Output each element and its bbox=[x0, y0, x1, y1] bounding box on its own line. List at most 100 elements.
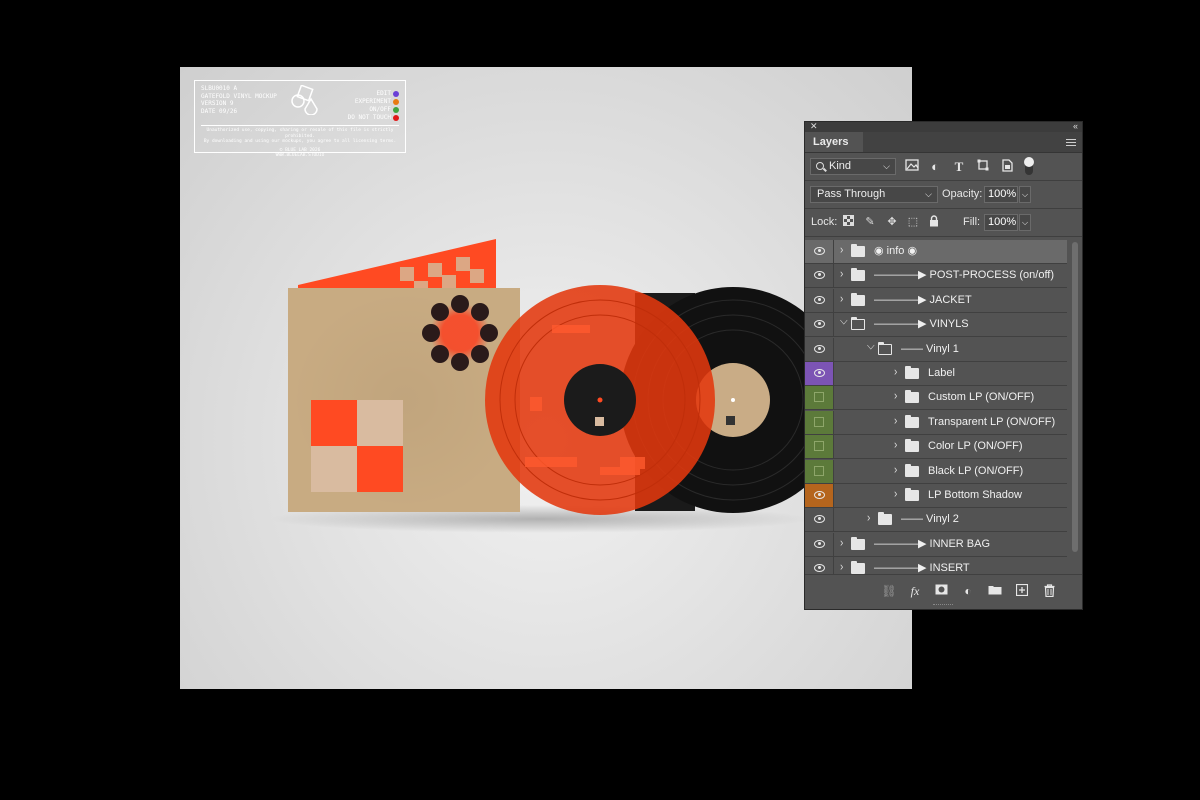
layer-list[interactable]: › ◉ info ◉ › ————▶ POST-PROCESS (on/off) › ——… bbox=[805, 240, 1067, 575]
layer-row[interactable]: › Label bbox=[805, 362, 1067, 386]
chevron-down-icon[interactable]: ⌵ bbox=[840, 315, 848, 328]
folder-icon bbox=[905, 366, 919, 379]
layer-visibility-toggle[interactable] bbox=[805, 410, 834, 434]
layer-list-scrollbar[interactable] bbox=[1068, 240, 1082, 575]
blend-mode-dropdown[interactable]: Pass Through ⌵ bbox=[810, 186, 938, 203]
resize-grip[interactable] bbox=[933, 604, 953, 607]
opacity-dropdown-button[interactable]: ⌵ bbox=[1019, 186, 1031, 203]
eye-icon bbox=[814, 491, 825, 499]
chevron-down-icon: ⌵ bbox=[883, 161, 890, 171]
layer-visibility-toggle[interactable] bbox=[805, 532, 834, 556]
link-layers-icon[interactable]: ⛓ bbox=[881, 584, 897, 598]
layer-row[interactable]: ⌵ —— Vinyl 1 bbox=[805, 337, 1067, 362]
chevron-right-icon[interactable]: › bbox=[894, 463, 897, 476]
layer-name: ————▶ VINYLS bbox=[874, 318, 969, 331]
adjustment-layer-icon[interactable]: ◐ bbox=[960, 584, 976, 598]
smart-object-filter-icon[interactable] bbox=[999, 159, 1015, 175]
notice-text: By downloading and using our mockups, yo… bbox=[203, 139, 397, 144]
layer-visibility-toggle[interactable] bbox=[805, 313, 834, 337]
add-mask-icon[interactable] bbox=[933, 584, 949, 598]
eye-icon bbox=[814, 539, 825, 548]
legend-row: EXPERIMENT bbox=[348, 98, 399, 106]
layer-visibility-toggle[interactable] bbox=[805, 240, 834, 263]
hidden-box-icon bbox=[814, 392, 824, 403]
blue-lab-logo-icon bbox=[291, 85, 318, 115]
layer-row[interactable]: › Transparent LP (ON/OFF) bbox=[805, 410, 1067, 435]
lock-position-icon[interactable]: ✥ bbox=[885, 215, 899, 229]
fill-input[interactable]: 100% bbox=[984, 214, 1018, 231]
chevron-right-icon[interactable]: › bbox=[867, 512, 870, 525]
hidden-box-icon bbox=[814, 416, 824, 427]
new-layer-icon[interactable] bbox=[1014, 583, 1030, 598]
folder-icon bbox=[905, 463, 919, 477]
layer-row[interactable]: › ————▶ INNER BAG bbox=[805, 532, 1067, 557]
chevron-down-icon: ⌵ bbox=[925, 189, 932, 199]
layer-row[interactable]: › Color LP (ON/OFF) bbox=[805, 435, 1067, 460]
layer-style-fx-button[interactable]: fx bbox=[907, 584, 923, 598]
legend-dot bbox=[393, 115, 399, 121]
lock-all-icon[interactable] bbox=[927, 215, 941, 229]
layer-row[interactable]: › —— Vinyl 2 bbox=[805, 508, 1067, 533]
folder-icon bbox=[905, 439, 919, 453]
close-panel-button[interactable]: ✕ bbox=[810, 121, 818, 132]
chevron-right-icon[interactable]: › bbox=[894, 366, 897, 379]
layer-row[interactable]: › ◉ info ◉ bbox=[805, 240, 1067, 264]
folder-icon bbox=[905, 390, 919, 404]
collapse-panel-button[interactable]: ‹‹ bbox=[1073, 121, 1078, 131]
layer-visibility-toggle[interactable] bbox=[805, 362, 834, 385]
layer-visibility-toggle[interactable] bbox=[805, 288, 834, 312]
layer-row[interactable]: › ————▶ POST-PROCESS (on/off) bbox=[805, 264, 1067, 289]
layer-visibility-toggle[interactable] bbox=[805, 264, 834, 288]
chevron-right-icon[interactable]: › bbox=[840, 537, 843, 550]
shape-filter-icon[interactable] bbox=[975, 159, 991, 175]
layer-visibility-toggle[interactable] bbox=[805, 484, 834, 507]
chevron-right-icon[interactable]: › bbox=[840, 268, 843, 281]
lock-image-pixels-icon[interactable]: ✎ bbox=[863, 215, 877, 229]
type-filter-icon[interactable]: T bbox=[951, 159, 967, 175]
lock-artboard-icon[interactable]: ⬚ bbox=[906, 215, 920, 229]
info-lines: SLBU0010 A GATEFOLD VINYL MOCKUP VERSION… bbox=[201, 85, 277, 115]
lock-transparent-pixels-icon[interactable] bbox=[841, 215, 855, 229]
delete-layer-icon[interactable] bbox=[1041, 584, 1057, 598]
chevron-right-icon[interactable]: › bbox=[840, 244, 843, 257]
adjustment-filter-icon[interactable]: ◐ bbox=[927, 159, 943, 175]
tab-layers[interactable]: Layers bbox=[805, 132, 863, 152]
layer-visibility-toggle[interactable] bbox=[805, 435, 834, 459]
chevron-right-icon[interactable]: › bbox=[894, 439, 897, 452]
layer-name: ◉ info ◉ bbox=[874, 245, 918, 257]
chevron-right-icon[interactable]: › bbox=[894, 415, 897, 428]
layer-name: Black LP (ON/OFF) bbox=[928, 464, 1024, 477]
chevron-right-icon[interactable]: › bbox=[894, 488, 897, 501]
scrollbar-thumb[interactable] bbox=[1072, 242, 1078, 552]
layer-row[interactable]: › LP Bottom Shadow bbox=[805, 484, 1067, 508]
folder-icon bbox=[878, 512, 892, 526]
opacity-input[interactable]: 100% bbox=[984, 186, 1018, 203]
layer-visibility-toggle[interactable] bbox=[805, 557, 834, 575]
new-group-folder-icon[interactable] bbox=[987, 584, 1003, 598]
layer-visibility-toggle[interactable] bbox=[805, 508, 834, 532]
eye-icon bbox=[814, 271, 825, 280]
chevron-right-icon[interactable]: › bbox=[840, 293, 843, 306]
fill-dropdown-button[interactable]: ⌵ bbox=[1019, 214, 1031, 231]
layer-row[interactable]: › ————▶ INSERT bbox=[805, 557, 1067, 575]
layer-visibility-toggle[interactable] bbox=[805, 337, 834, 361]
layer-row[interactable]: › Black LP (ON/OFF) bbox=[805, 459, 1067, 484]
chevron-right-icon[interactable]: › bbox=[840, 561, 843, 574]
layer-row[interactable]: ⌵ ————▶ VINYLS bbox=[805, 313, 1067, 338]
info-notice: Unauthorized use, copying, sharing or re… bbox=[201, 128, 399, 159]
chevron-down-icon[interactable]: ⌵ bbox=[867, 339, 875, 352]
layer-name: ————▶ JACKET bbox=[874, 293, 972, 306]
layer-visibility-toggle[interactable] bbox=[805, 386, 834, 410]
chevron-right-icon[interactable]: › bbox=[894, 390, 897, 403]
filter-toggle-switch[interactable] bbox=[1024, 157, 1034, 175]
layer-visibility-toggle[interactable] bbox=[805, 459, 834, 483]
document-canvas[interactable]: SLBU0010 A GATEFOLD VINYL MOCKUP VERSION… bbox=[180, 67, 912, 689]
layer-row[interactable]: › ————▶ JACKET bbox=[805, 288, 1067, 313]
lock-label: Lock: bbox=[811, 216, 838, 228]
layer-row[interactable]: › Custom LP (ON/OFF) bbox=[805, 386, 1067, 411]
filter-kind-dropdown[interactable]: Kind ⌵ bbox=[810, 158, 896, 175]
info-divider bbox=[201, 125, 399, 126]
pixel-filter-icon[interactable] bbox=[904, 159, 920, 175]
panel-menu-icon[interactable] bbox=[1066, 139, 1076, 146]
layer-name: Transparent LP (ON/OFF) bbox=[928, 415, 1056, 428]
